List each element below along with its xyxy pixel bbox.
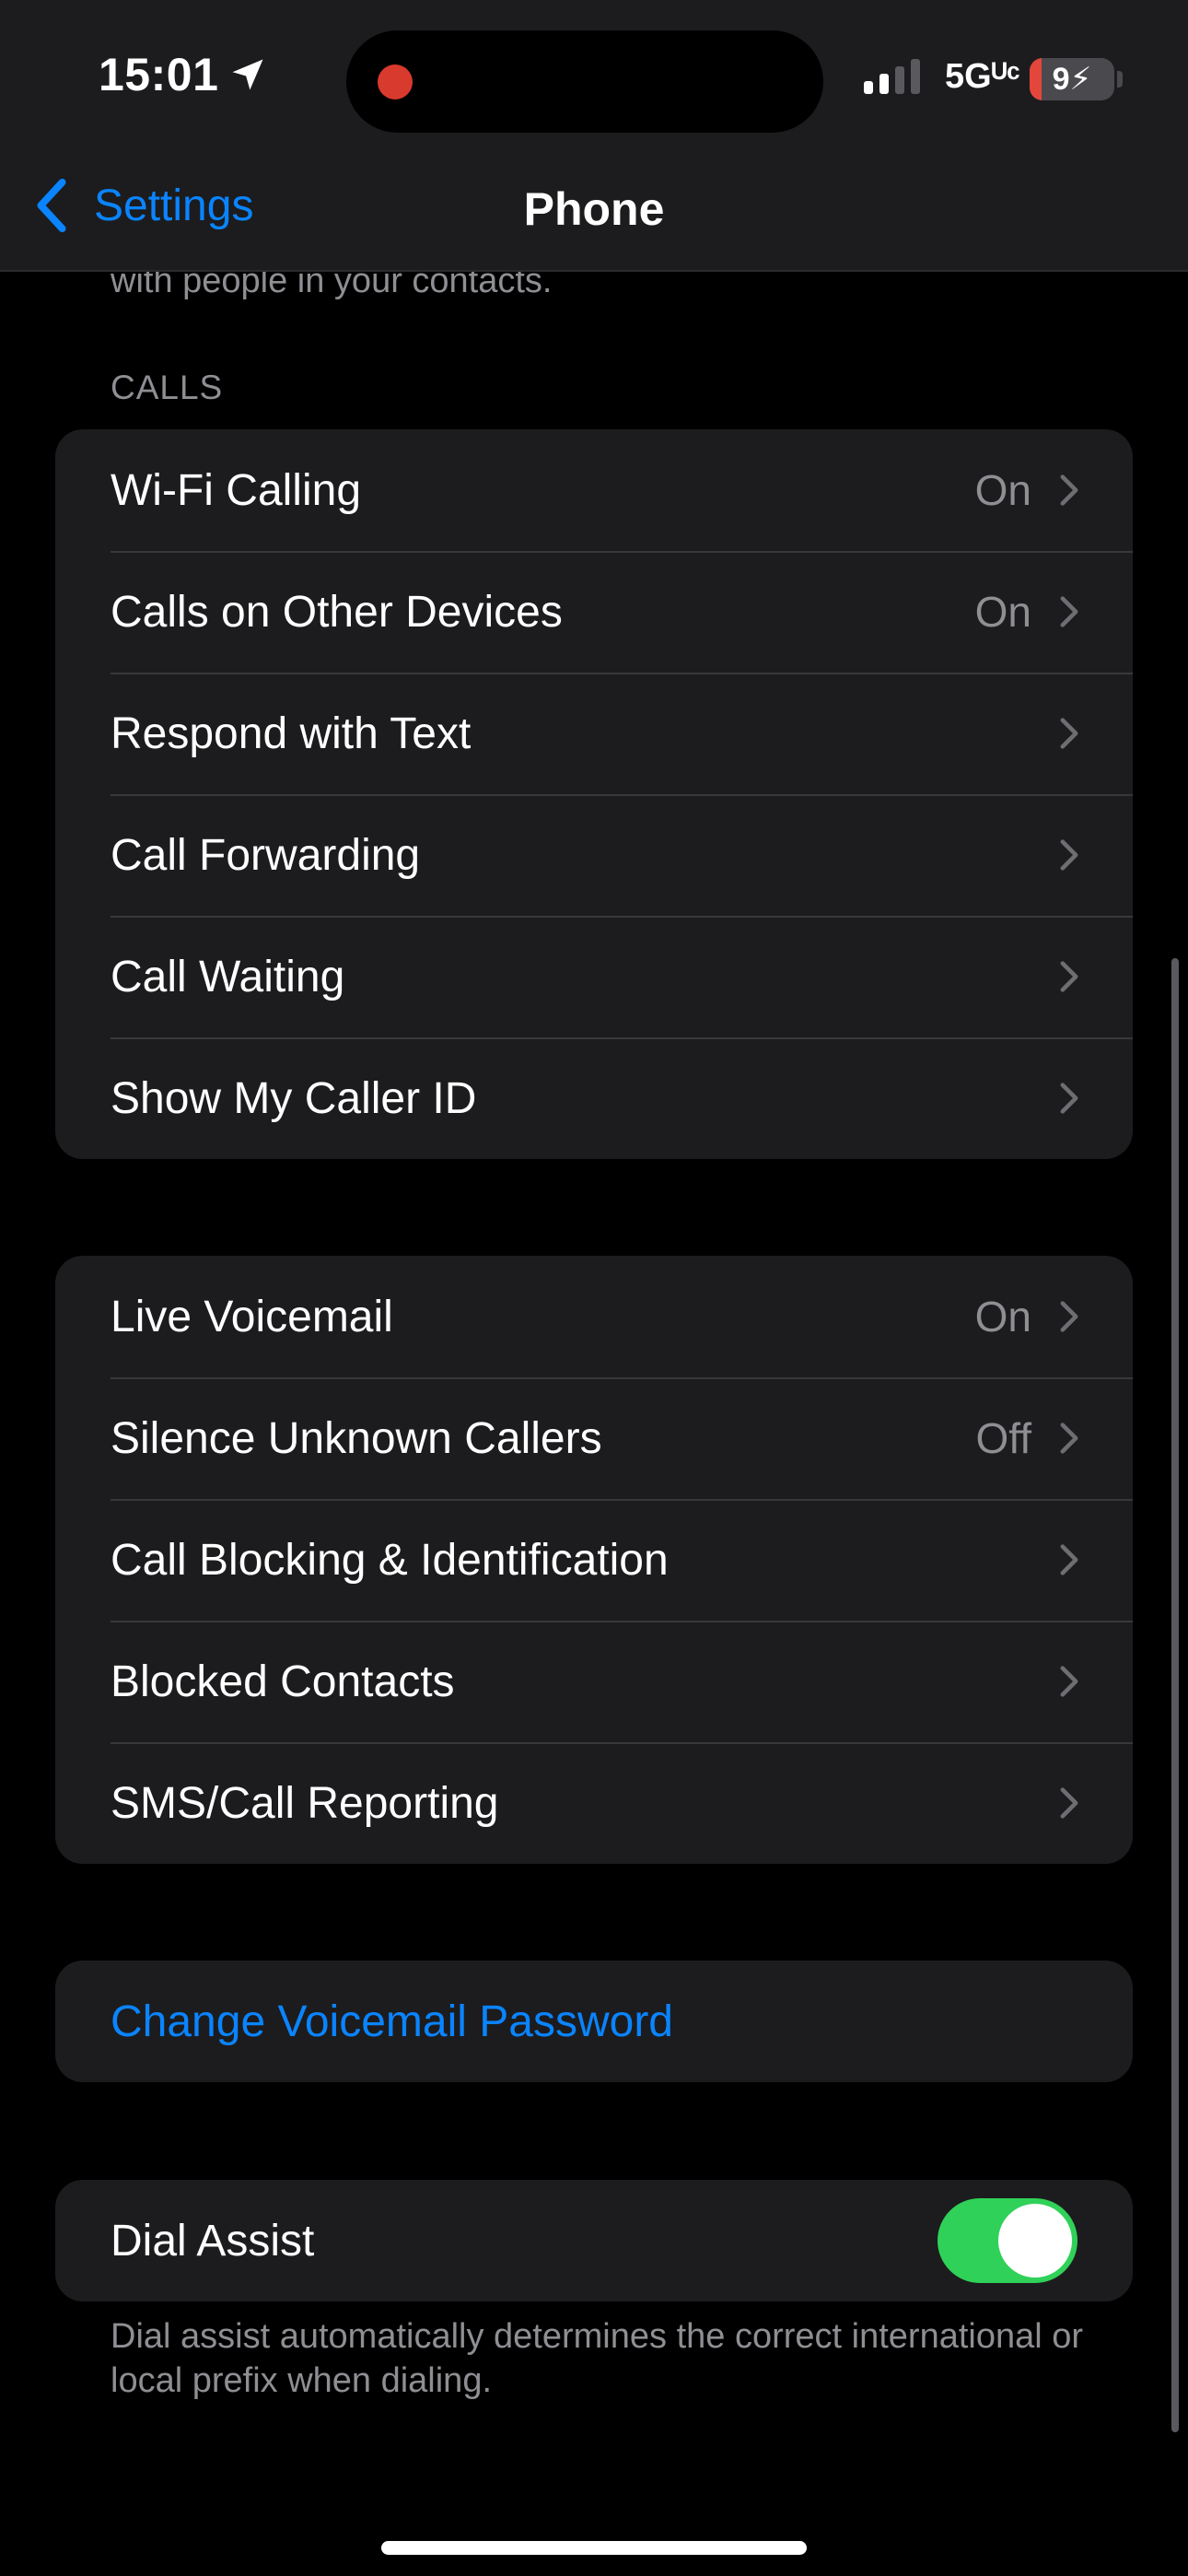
wifi-calling-row[interactable]: Wi-Fi Calling On [55,429,1133,551]
calls-section-header: CALLS [111,369,224,406]
call-forwarding-row[interactable]: Call Forwarding [55,794,1133,916]
cellular-signal-icon [864,59,920,94]
respond-with-text-row[interactable]: Respond with Text [55,673,1133,794]
show-my-caller-id-row[interactable]: Show My Caller ID [55,1037,1133,1159]
row-label: Silence Unknown Callers [111,1413,602,1463]
voicemail-password-group: Change Voicemail Password [55,1961,1133,2082]
silence-unknown-callers-row[interactable]: Silence Unknown Callers Off [55,1377,1133,1499]
location-arrow-icon [232,59,263,90]
row-label: Wi-Fi Calling [111,465,362,515]
dial-assist-label: Dial Assist [111,2216,315,2266]
change-voicemail-password-button[interactable]: Change Voicemail Password [55,1961,1133,2082]
change-voicemail-password-label: Change Voicemail Password [111,1996,673,2046]
row-label: Call Blocking & Identification [111,1535,669,1585]
status-time: 15:01 [99,48,268,101]
page-title: Phone [523,183,665,235]
call-waiting-row[interactable]: Call Waiting [55,916,1133,1037]
chevron-right-icon [1060,718,1078,749]
status-time-text: 15:01 [99,49,219,100]
chevron-right-icon [1060,1301,1078,1332]
dial-assist-group: Dial Assist [55,2180,1133,2301]
battery-tip [1117,71,1123,88]
calls-group: Wi-Fi Calling On Calls on Other Devices … [55,429,1133,1159]
battery-icon: 9⚡ [1030,58,1114,100]
toggle-knob [998,2204,1072,2277]
navigation-bar: 15:01 5Gᵁᶜ 9⚡ Settings Phone [0,0,1188,272]
dial-assist-row: Dial Assist [55,2180,1133,2301]
row-value: On [974,466,1031,514]
chevron-right-icon [1060,1544,1078,1575]
live-voicemail-row[interactable]: Live Voicemail On [55,1256,1133,1377]
sms-call-reporting-row[interactable]: SMS/Call Reporting [55,1742,1133,1864]
row-label: Calls on Other Devices [111,587,563,637]
row-label: SMS/Call Reporting [111,1778,499,1828]
row-label: Call Forwarding [111,830,421,880]
row-label: Call Waiting [111,952,345,1001]
battery-level-text: 9⚡ [1052,62,1092,97]
voicemail-group: Live Voicemail On Silence Unknown Caller… [55,1256,1133,1864]
row-value: On [974,588,1031,636]
chevron-right-icon [1060,1787,1078,1819]
recording-indicator-icon [378,64,413,100]
chevron-right-icon [1060,961,1078,992]
chevron-right-icon [1060,474,1078,506]
chevron-right-icon [1060,1666,1078,1697]
row-value: On [974,1293,1031,1341]
chevron-right-icon [1060,1423,1078,1454]
dial-assist-toggle[interactable] [938,2198,1077,2283]
row-label: Show My Caller ID [111,1073,477,1123]
row-label: Live Voicemail [111,1292,393,1341]
call-blocking-identification-row[interactable]: Call Blocking & Identification [55,1499,1133,1621]
dial-assist-footer: Dial assist automatically determines the… [111,2317,1084,2400]
calls-on-other-devices-row[interactable]: Calls on Other Devices On [55,551,1133,673]
home-indicator[interactable] [381,2541,807,2555]
chevron-right-icon [1060,839,1078,871]
blocked-contacts-row[interactable]: Blocked Contacts [55,1621,1133,1742]
network-type: 5Gᵁᶜ [945,57,1020,96]
chevron-right-icon [1060,596,1078,627]
row-label: Blocked Contacts [111,1657,455,1706]
scrollbar[interactable] [1171,958,1179,2432]
chevron-right-icon [1060,1083,1078,1114]
row-label: Respond with Text [111,708,472,758]
row-value: Off [975,1414,1031,1462]
dynamic-island [346,30,823,133]
